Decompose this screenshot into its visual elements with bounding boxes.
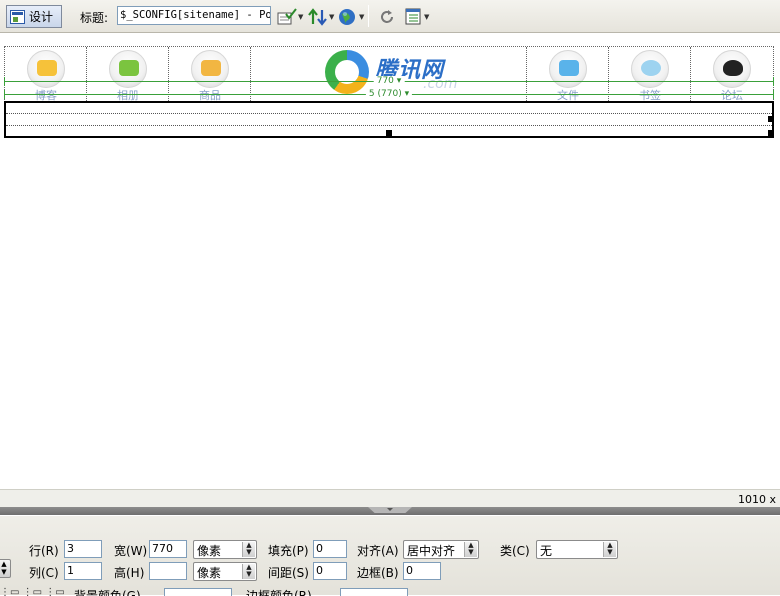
rows-input[interactable]: 3 [64, 540, 102, 558]
resize-handle-bottom[interactable] [386, 130, 392, 136]
design-view-label: 设计 [29, 10, 54, 24]
height-unit-select[interactable]: 像素 ▲ ▼ [193, 562, 257, 581]
forum-glyph [723, 60, 743, 76]
resize-handle-right[interactable] [768, 116, 774, 122]
page-title-label: 标题: [80, 11, 109, 25]
cell-padding-input[interactable]: 0 [313, 540, 347, 558]
table-id-select-arrow[interactable]: ▲ ▼ [0, 559, 11, 578]
design-view-button[interactable]: 设计 [6, 5, 62, 28]
border-input[interactable]: 0 [403, 562, 441, 580]
align-label: 对齐(A) [357, 544, 399, 558]
width-indicator-tick-left [4, 77, 5, 86]
refresh-icon [381, 9, 393, 23]
height-input[interactable] [149, 562, 187, 580]
column-indicator-tick-left [4, 90, 5, 99]
rows-label: 行(R) [29, 544, 59, 558]
align-select[interactable]: 居中对齐 ▲ ▼ [403, 540, 479, 559]
chevron-down-icon: ▼ [359, 12, 365, 21]
chevron-down-icon: ▼ [329, 12, 335, 21]
cell-spacing-input[interactable]: 0 [313, 562, 347, 580]
view-options-icon [405, 8, 421, 24]
class-value: 无 [540, 544, 553, 558]
column-width-indicator[interactable]: 5 (770) ▾ [4, 89, 774, 99]
height-unit-value: 像素 [197, 566, 222, 580]
file-transfer-button[interactable]: ▼ [308, 7, 334, 26]
select-arrows-icon: ▲ ▼ [242, 564, 255, 579]
document-toolbar: 设计 标题: $_SCONFIG[sitename] - Pow ▼ ▼ ▼ ▼ [0, 0, 780, 33]
selected-table[interactable] [4, 101, 774, 138]
album-glyph [119, 60, 139, 76]
table-width-label[interactable]: 770 ▾ [373, 76, 405, 86]
goods-glyph [201, 60, 221, 76]
width-indicator-tick-right [773, 77, 774, 86]
select-arrows-icon: ▲ ▼ [603, 542, 616, 557]
width-unit-value: 像素 [197, 544, 222, 558]
width-unit-select[interactable]: 像素 ▲ ▼ [193, 540, 257, 559]
validate-icon [277, 7, 297, 24]
window-size-readout[interactable]: 1010 x [738, 493, 776, 506]
width-label: 宽(W) [114, 544, 148, 558]
table-row-divider [6, 113, 772, 114]
cols-label: 列(C) [29, 566, 59, 580]
cell-spacing-label: 间距(S) [268, 566, 309, 580]
page-title-input[interactable]: $_SCONFIG[sitename] - Pow [117, 6, 271, 25]
column-width-label[interactable]: 5 (770) ▾ [365, 89, 413, 99]
table-properties-panel: ▲ ▼ 行(R) 3 列(C) 1 宽(W) 770 高(H) 像素 ▲ ▼ 像素 … [0, 515, 780, 596]
border-label: 边框(B) [357, 566, 399, 580]
height-label: 高(H) [114, 566, 145, 580]
logo-ring-icon [325, 50, 369, 94]
view-options-button[interactable]: ▼ [405, 7, 429, 26]
up-down-arrows-icon [308, 7, 327, 26]
cell-padding-label: 填充(P) [268, 544, 309, 558]
column-indicator-tick-right [773, 90, 774, 99]
refresh-design-view-button[interactable] [378, 7, 396, 26]
table-width-indicator[interactable]: 770 ▾ [4, 76, 774, 86]
class-label: 类(C) [500, 544, 530, 558]
chevron-down-icon: ▼ [298, 12, 304, 21]
design-view-icon [10, 9, 25, 24]
resize-handle-corner[interactable] [768, 130, 774, 136]
panel-splitter[interactable] [0, 507, 780, 515]
collapse-panel-grip[interactable] [368, 507, 412, 513]
blog-glyph [37, 60, 57, 76]
select-arrows-icon: ▲ ▼ [464, 542, 477, 557]
class-select[interactable]: 无 ▲ ▼ [536, 540, 618, 559]
globe-icon [339, 8, 355, 25]
file-glyph [559, 60, 579, 76]
preview-in-browser-button[interactable]: ▼ [338, 7, 364, 26]
align-value: 居中对齐 [407, 544, 456, 558]
width-input[interactable]: 770 [149, 540, 187, 558]
validate-markup-button[interactable]: ▼ [277, 7, 303, 26]
design-canvas[interactable]: 博客 相册 商品 腾讯网 .com 文件 书签 论坛 770 ▾ 5 (770)… [0, 34, 780, 489]
cols-input[interactable]: 1 [64, 562, 102, 580]
chevron-down-icon: ▼ [424, 12, 430, 21]
select-arrows-icon: ▲ ▼ [242, 542, 255, 557]
bookmark-glyph [641, 60, 661, 76]
toolbar-separator [368, 5, 369, 27]
table-row-divider [6, 125, 772, 126]
status-bar: 1010 x [0, 489, 780, 507]
